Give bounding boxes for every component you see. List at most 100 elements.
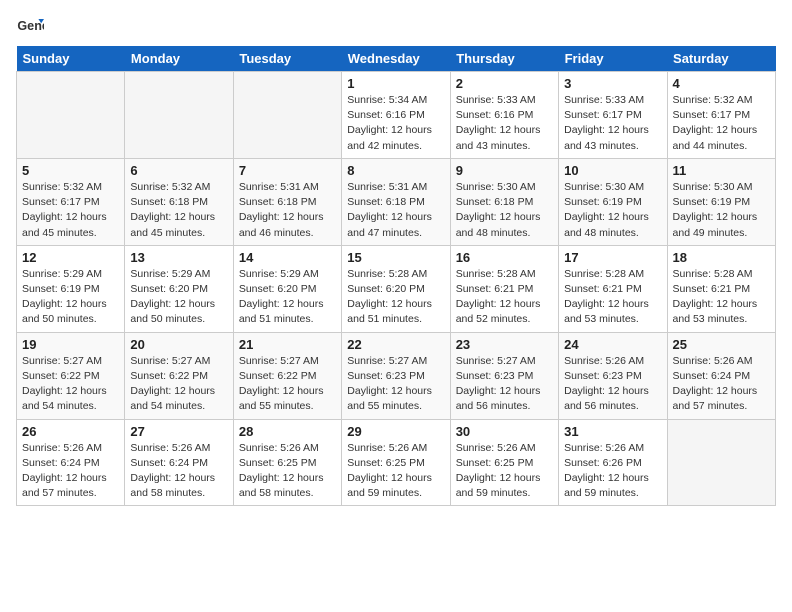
day-info: Sunrise: 5:30 AMSunset: 6:19 PMDaylight:… xyxy=(564,180,661,241)
day-number: 9 xyxy=(456,163,553,178)
calendar-cell: 9 Sunrise: 5:30 AMSunset: 6:18 PMDaylight… xyxy=(450,158,558,245)
calendar-cell: 1 Sunrise: 5:34 AMSunset: 6:16 PMDaylight… xyxy=(342,72,450,159)
day-number: 25 xyxy=(673,337,770,352)
day-info: Sunrise: 5:30 AMSunset: 6:19 PMDaylight:… xyxy=(673,180,770,241)
weekday-header: Friday xyxy=(559,46,667,72)
day-number: 24 xyxy=(564,337,661,352)
calendar-cell: 4 Sunrise: 5:32 AMSunset: 6:17 PMDaylight… xyxy=(667,72,775,159)
day-number: 21 xyxy=(239,337,336,352)
day-number: 11 xyxy=(673,163,770,178)
day-number: 14 xyxy=(239,250,336,265)
day-info: Sunrise: 5:29 AMSunset: 6:20 PMDaylight:… xyxy=(130,267,227,328)
weekday-header-row: SundayMondayTuesdayWednesdayThursdayFrid… xyxy=(17,46,776,72)
calendar-cell: 24 Sunrise: 5:26 AMSunset: 6:23 PMDayligh… xyxy=(559,332,667,419)
calendar-cell: 27 Sunrise: 5:26 AMSunset: 6:24 PMDayligh… xyxy=(125,419,233,506)
day-number: 10 xyxy=(564,163,661,178)
day-info: Sunrise: 5:32 AMSunset: 6:17 PMDaylight:… xyxy=(673,93,770,154)
day-number: 30 xyxy=(456,424,553,439)
calendar-cell: 26 Sunrise: 5:26 AMSunset: 6:24 PMDayligh… xyxy=(17,419,125,506)
day-info: Sunrise: 5:27 AMSunset: 6:22 PMDaylight:… xyxy=(239,354,336,415)
day-info: Sunrise: 5:26 AMSunset: 6:24 PMDaylight:… xyxy=(130,441,227,502)
calendar-cell xyxy=(125,72,233,159)
page-header: General xyxy=(16,16,776,36)
calendar-cell: 7 Sunrise: 5:31 AMSunset: 6:18 PMDaylight… xyxy=(233,158,341,245)
calendar-cell: 20Sunrise: 5:27 AMSunset: 6:22 PMDayligh… xyxy=(125,332,233,419)
calendar-cell xyxy=(667,419,775,506)
calendar-cell: 30 Sunrise: 5:26 AMSunset: 6:25 PMDayligh… xyxy=(450,419,558,506)
calendar-cell: 18 Sunrise: 5:28 AMSunset: 6:21 PMDayligh… xyxy=(667,245,775,332)
day-info: Sunrise: 5:27 AMSunset: 6:22 PMDaylight:… xyxy=(130,354,227,415)
weekday-header: Saturday xyxy=(667,46,775,72)
calendar-cell: 2Sunrise: 5:33 AMSunset: 6:16 PMDaylight… xyxy=(450,72,558,159)
day-info: Sunrise: 5:27 AMSunset: 6:22 PMDaylight:… xyxy=(22,354,119,415)
day-info: Sunrise: 5:27 AMSunset: 6:23 PMDaylight:… xyxy=(347,354,444,415)
day-info: Sunrise: 5:26 AMSunset: 6:25 PMDaylight:… xyxy=(456,441,553,502)
day-number: 13 xyxy=(130,250,227,265)
day-number: 6 xyxy=(130,163,227,178)
calendar-cell: 10 Sunrise: 5:30 AMSunset: 6:19 PMDayligh… xyxy=(559,158,667,245)
day-number: 28 xyxy=(239,424,336,439)
logo: General xyxy=(16,16,48,36)
day-number: 5 xyxy=(22,163,119,178)
logo-icon: General xyxy=(16,16,44,36)
calendar-cell: 16 Sunrise: 5:28 AMSunset: 6:21 PMDayligh… xyxy=(450,245,558,332)
calendar-week-row: 1 Sunrise: 5:34 AMSunset: 6:16 PMDaylight… xyxy=(17,72,776,159)
day-info: Sunrise: 5:28 AMSunset: 6:21 PMDaylight:… xyxy=(673,267,770,328)
day-number: 22 xyxy=(347,337,444,352)
day-number: 8 xyxy=(347,163,444,178)
calendar-week-row: 12 Sunrise: 5:29 AMSunset: 6:19 PMDayligh… xyxy=(17,245,776,332)
day-info: Sunrise: 5:30 AMSunset: 6:18 PMDaylight:… xyxy=(456,180,553,241)
day-number: 19 xyxy=(22,337,119,352)
day-info: Sunrise: 5:27 AMSunset: 6:23 PMDaylight:… xyxy=(456,354,553,415)
weekday-header: Thursday xyxy=(450,46,558,72)
day-info: Sunrise: 5:29 AMSunset: 6:20 PMDaylight:… xyxy=(239,267,336,328)
day-info: Sunrise: 5:31 AMSunset: 6:18 PMDaylight:… xyxy=(239,180,336,241)
calendar-cell xyxy=(233,72,341,159)
calendar-cell: 11 Sunrise: 5:30 AMSunset: 6:19 PMDayligh… xyxy=(667,158,775,245)
day-number: 31 xyxy=(564,424,661,439)
day-info: Sunrise: 5:29 AMSunset: 6:19 PMDaylight:… xyxy=(22,267,119,328)
calendar-cell xyxy=(17,72,125,159)
day-info: Sunrise: 5:26 AMSunset: 6:26 PMDaylight:… xyxy=(564,441,661,502)
calendar-cell: 19 Sunrise: 5:27 AMSunset: 6:22 PMDayligh… xyxy=(17,332,125,419)
day-info: Sunrise: 5:26 AMSunset: 6:24 PMDaylight:… xyxy=(673,354,770,415)
calendar-week-row: 5 Sunrise: 5:32 AMSunset: 6:17 PMDaylight… xyxy=(17,158,776,245)
calendar-cell: 28 Sunrise: 5:26 AMSunset: 6:25 PMDayligh… xyxy=(233,419,341,506)
day-info: Sunrise: 5:34 AMSunset: 6:16 PMDaylight:… xyxy=(347,93,444,154)
calendar-cell: 14 Sunrise: 5:29 AMSunset: 6:20 PMDayligh… xyxy=(233,245,341,332)
day-number: 26 xyxy=(22,424,119,439)
calendar-week-row: 19 Sunrise: 5:27 AMSunset: 6:22 PMDayligh… xyxy=(17,332,776,419)
day-number: 23 xyxy=(456,337,553,352)
day-info: Sunrise: 5:32 AMSunset: 6:17 PMDaylight:… xyxy=(22,180,119,241)
day-number: 27 xyxy=(130,424,227,439)
day-number: 2 xyxy=(456,76,553,91)
day-info: Sunrise: 5:31 AMSunset: 6:18 PMDaylight:… xyxy=(347,180,444,241)
day-number: 29 xyxy=(347,424,444,439)
day-number: 18 xyxy=(673,250,770,265)
weekday-header: Wednesday xyxy=(342,46,450,72)
calendar-cell: 12 Sunrise: 5:29 AMSunset: 6:19 PMDayligh… xyxy=(17,245,125,332)
day-info: Sunrise: 5:26 AMSunset: 6:23 PMDaylight:… xyxy=(564,354,661,415)
calendar-cell: 15Sunrise: 5:28 AMSunset: 6:20 PMDayligh… xyxy=(342,245,450,332)
calendar-cell: 23 Sunrise: 5:27 AMSunset: 6:23 PMDayligh… xyxy=(450,332,558,419)
day-number: 4 xyxy=(673,76,770,91)
day-info: Sunrise: 5:28 AMSunset: 6:20 PMDaylight:… xyxy=(347,267,444,328)
calendar-cell: 25 Sunrise: 5:26 AMSunset: 6:24 PMDayligh… xyxy=(667,332,775,419)
day-number: 16 xyxy=(456,250,553,265)
day-info: Sunrise: 5:26 AMSunset: 6:25 PMDaylight:… xyxy=(239,441,336,502)
calendar-cell: 3Sunrise: 5:33 AMSunset: 6:17 PMDaylight… xyxy=(559,72,667,159)
day-number: 1 xyxy=(347,76,444,91)
calendar-cell: 17Sunrise: 5:28 AMSunset: 6:21 PMDayligh… xyxy=(559,245,667,332)
day-number: 3 xyxy=(564,76,661,91)
calendar-cell: 21 Sunrise: 5:27 AMSunset: 6:22 PMDayligh… xyxy=(233,332,341,419)
weekday-header: Monday xyxy=(125,46,233,72)
day-number: 12 xyxy=(22,250,119,265)
day-number: 7 xyxy=(239,163,336,178)
day-info: Sunrise: 5:32 AMSunset: 6:18 PMDaylight:… xyxy=(130,180,227,241)
weekday-header: Sunday xyxy=(17,46,125,72)
day-info: Sunrise: 5:26 AMSunset: 6:25 PMDaylight:… xyxy=(347,441,444,502)
day-info: Sunrise: 5:26 AMSunset: 6:24 PMDaylight:… xyxy=(22,441,119,502)
day-info: Sunrise: 5:28 AMSunset: 6:21 PMDaylight:… xyxy=(456,267,553,328)
day-info: Sunrise: 5:28 AMSunset: 6:21 PMDaylight:… xyxy=(564,267,661,328)
calendar-cell: 31 Sunrise: 5:26 AMSunset: 6:26 PMDayligh… xyxy=(559,419,667,506)
